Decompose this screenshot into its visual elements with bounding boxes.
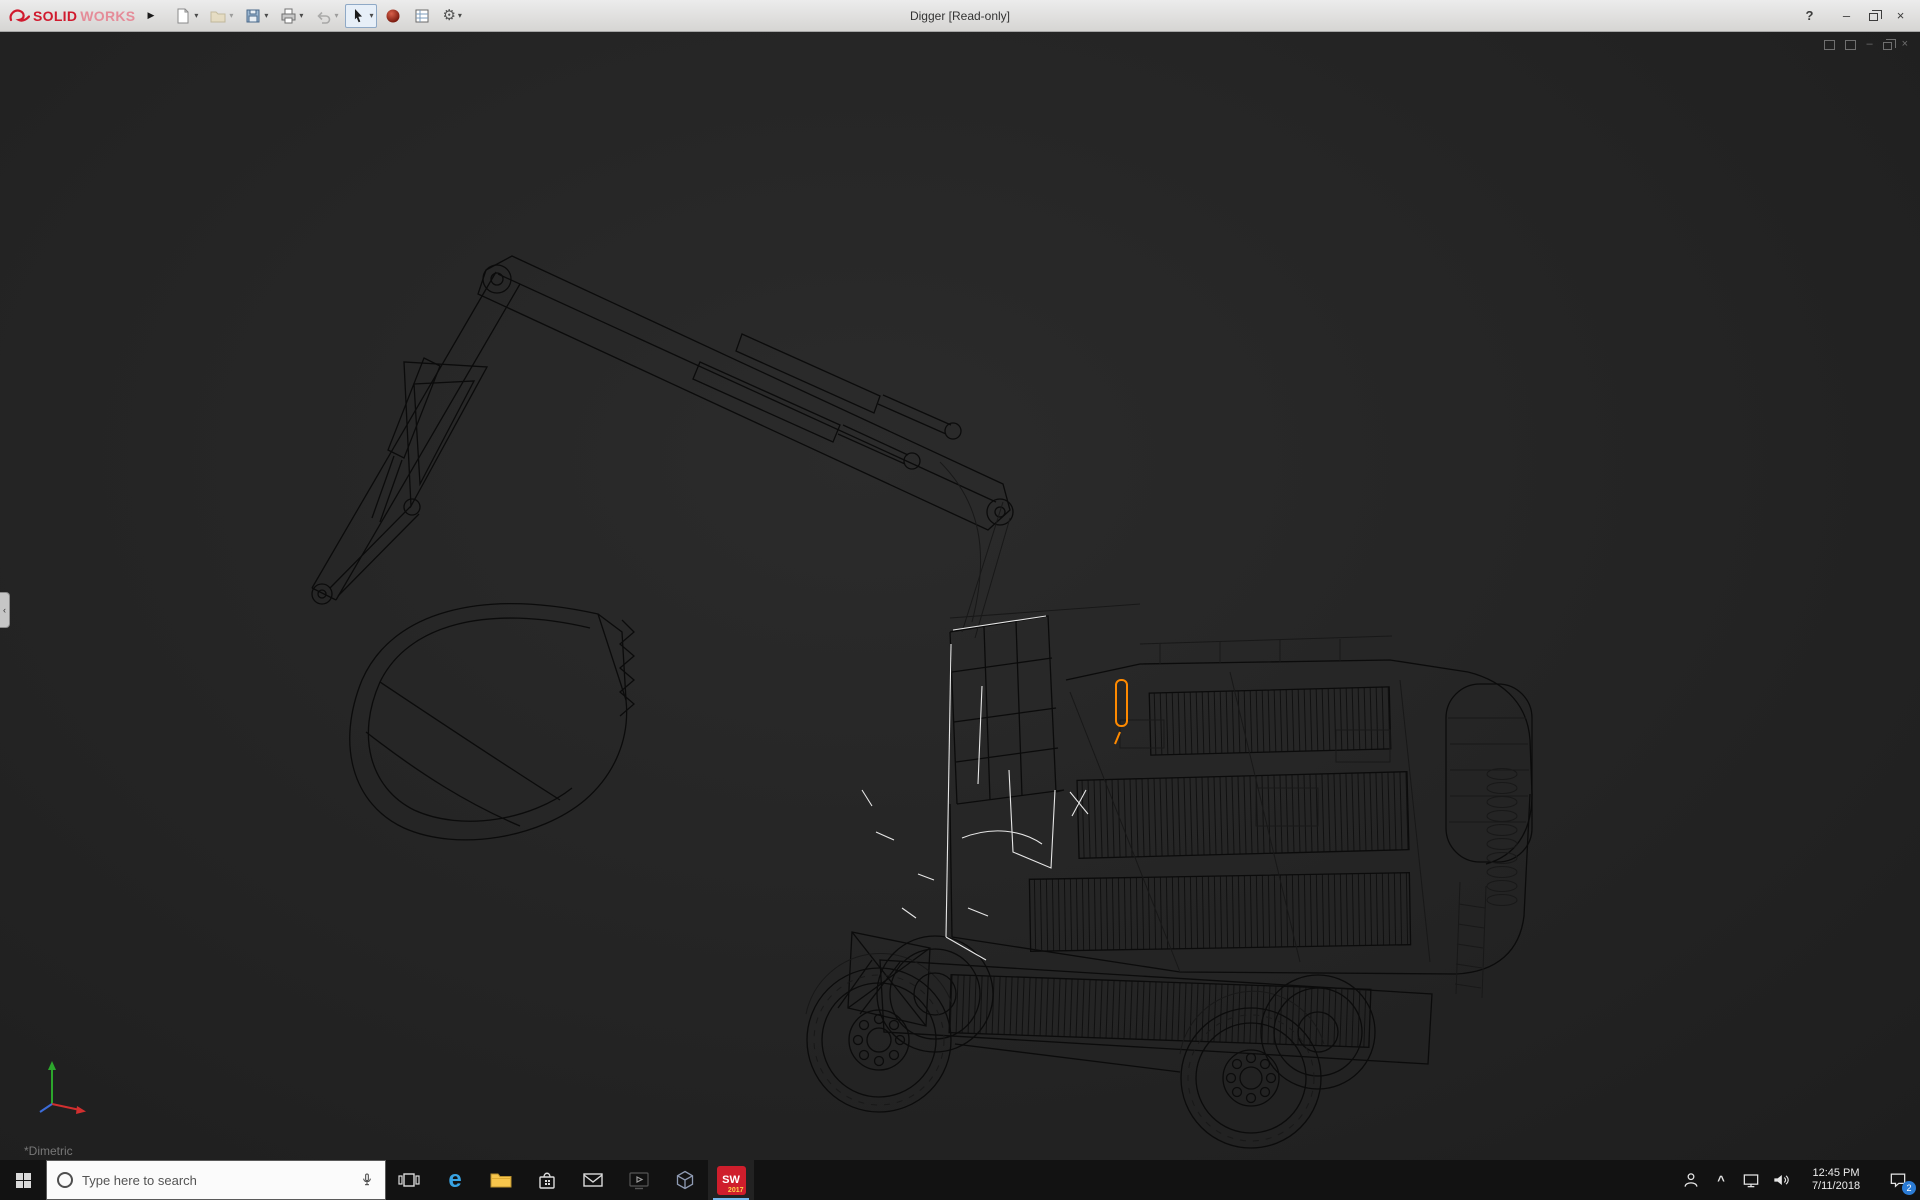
document-window-controls: – × bbox=[1824, 39, 1908, 50]
open-button[interactable]: ▾ bbox=[205, 4, 237, 28]
folder-icon bbox=[488, 1168, 514, 1192]
volume-button[interactable] bbox=[1766, 1160, 1796, 1200]
save-button[interactable]: ▾ bbox=[240, 4, 272, 28]
ds-swirl-icon bbox=[8, 7, 30, 25]
solidworks-taskbar-button[interactable]: SW 2017 bbox=[708, 1160, 754, 1200]
orientation-triad bbox=[28, 1054, 92, 1116]
cortana-circle-icon bbox=[57, 1172, 73, 1188]
menu-flyout-icon[interactable]: ▶ bbox=[139, 10, 164, 21]
panel-expand-arrow-icon: ‹ bbox=[3, 605, 6, 615]
network-icon bbox=[1741, 1170, 1761, 1190]
new-document-icon bbox=[174, 7, 192, 25]
graphics-viewport[interactable]: – × ‹ *Dimetric bbox=[0, 32, 1920, 1160]
clock-date: 7/11/2018 bbox=[1796, 1180, 1876, 1193]
new-document-button[interactable]: ▾ bbox=[170, 4, 202, 28]
3d-cube-icon bbox=[673, 1168, 697, 1192]
child-close-button[interactable]: × bbox=[1902, 39, 1908, 50]
action-center-button[interactable]: 2 bbox=[1876, 1160, 1920, 1200]
print-icon bbox=[279, 7, 297, 25]
child-window-icon[interactable] bbox=[1824, 40, 1835, 50]
edge-button[interactable]: e bbox=[432, 1160, 478, 1200]
gear-icon: ⚙ bbox=[442, 7, 455, 25]
help-button[interactable]: ? bbox=[1796, 5, 1823, 27]
cab[interactable] bbox=[950, 616, 1064, 804]
restore-icon bbox=[1869, 13, 1878, 21]
restore-button[interactable] bbox=[1860, 5, 1887, 27]
print-button[interactable]: ▾ bbox=[275, 4, 307, 28]
boom-assembly[interactable] bbox=[478, 256, 1013, 530]
store-button[interactable] bbox=[524, 1160, 570, 1200]
bucket[interactable] bbox=[350, 604, 634, 840]
search-input[interactable] bbox=[82, 1173, 350, 1188]
speaker-icon bbox=[1771, 1170, 1791, 1190]
brand-solid-text: SOLID bbox=[33, 8, 77, 24]
undo-icon bbox=[314, 7, 332, 25]
dropdown-arrow-icon[interactable]: ▾ bbox=[299, 11, 303, 20]
child-minimize-button[interactable]: – bbox=[1866, 39, 1872, 50]
minimize-button[interactable]: – bbox=[1833, 5, 1860, 27]
3d-viewer-button[interactable] bbox=[662, 1160, 708, 1200]
select-arrow-icon bbox=[349, 7, 367, 25]
open-folder-icon bbox=[209, 7, 227, 25]
solidworks-app-year: 2017 bbox=[728, 1187, 744, 1194]
task-view-icon bbox=[397, 1168, 421, 1192]
wireframe-model[interactable] bbox=[0, 32, 1920, 1160]
movies-tv-button[interactable] bbox=[616, 1160, 662, 1200]
movies-tv-icon bbox=[627, 1168, 651, 1192]
stick-assembly[interactable] bbox=[312, 272, 520, 604]
notification-badge: 2 bbox=[1902, 1181, 1916, 1195]
task-view-button[interactable] bbox=[386, 1160, 432, 1200]
solidworks-app-label: SW bbox=[722, 1174, 740, 1186]
taskbar-clock[interactable]: 12:45 PM 7/11/2018 bbox=[1796, 1167, 1876, 1193]
selected-component[interactable] bbox=[1115, 680, 1127, 744]
panel-expand-tab[interactable]: ‹ bbox=[0, 592, 10, 628]
resources-button[interactable] bbox=[380, 4, 406, 28]
select-tool-button[interactable]: ▾ bbox=[345, 4, 377, 28]
view-orientation-label: *Dimetric bbox=[24, 1144, 73, 1158]
main-toolbar: ▾ ▾ ▾ ▾ bbox=[164, 4, 466, 28]
solidworks-app-icon: SW 2017 bbox=[717, 1166, 746, 1195]
windows-logo-icon bbox=[16, 1173, 31, 1188]
red-sphere-icon bbox=[384, 7, 402, 25]
undo-button[interactable]: ▾ bbox=[310, 4, 342, 28]
close-button[interactable]: × bbox=[1887, 5, 1914, 27]
store-bag-icon bbox=[535, 1168, 559, 1192]
child-restore-button[interactable] bbox=[1883, 42, 1892, 50]
taskbar-search[interactable] bbox=[46, 1160, 386, 1200]
clock-time: 12:45 PM bbox=[1796, 1167, 1876, 1180]
edge-icon: e bbox=[448, 1168, 461, 1192]
child-window-icon-2[interactable] bbox=[1845, 40, 1856, 50]
system-tray: ^ 12:45 PM 7/11/2018 2 bbox=[1676, 1160, 1920, 1200]
window-controls: ? – × bbox=[1796, 5, 1920, 27]
save-floppy-icon bbox=[244, 7, 262, 25]
dropdown-arrow-icon[interactable]: ▾ bbox=[334, 11, 338, 20]
people-icon bbox=[1681, 1170, 1701, 1190]
people-button[interactable] bbox=[1676, 1160, 1706, 1200]
chevron-up-icon: ^ bbox=[1717, 1173, 1725, 1188]
titlebar: SOLIDWORKS ▶ ▾ ▾ ▾ bbox=[0, 0, 1920, 32]
mail-envelope-icon bbox=[581, 1168, 605, 1192]
solidworks-logo: SOLIDWORKS bbox=[0, 7, 139, 25]
mail-button[interactable] bbox=[570, 1160, 616, 1200]
taskbar: e SW bbox=[0, 1160, 1920, 1200]
ladder[interactable] bbox=[1455, 882, 1486, 998]
options-button[interactable]: ⚙ ▾ bbox=[438, 4, 465, 28]
dropdown-arrow-icon[interactable]: ▾ bbox=[264, 11, 268, 20]
dropdown-arrow-icon[interactable]: ▾ bbox=[369, 11, 373, 20]
dropdown-arrow-icon[interactable]: ▾ bbox=[458, 11, 462, 20]
hose-coil[interactable] bbox=[1487, 769, 1517, 906]
network-button[interactable] bbox=[1736, 1160, 1766, 1200]
upper-body[interactable] bbox=[950, 660, 1532, 974]
design-table-icon bbox=[413, 7, 431, 25]
dropdown-arrow-icon[interactable]: ▾ bbox=[229, 11, 233, 20]
brand-works-text: WORKS bbox=[80, 8, 135, 24]
file-explorer-button[interactable] bbox=[478, 1160, 524, 1200]
dropdown-arrow-icon[interactable]: ▾ bbox=[194, 11, 198, 20]
microphone-icon[interactable] bbox=[359, 1171, 375, 1189]
design-table-button[interactable] bbox=[409, 4, 435, 28]
window-title: Digger [Read-only] bbox=[910, 9, 1010, 23]
show-hidden-icons-button[interactable]: ^ bbox=[1706, 1160, 1736, 1200]
start-button[interactable] bbox=[0, 1160, 46, 1200]
